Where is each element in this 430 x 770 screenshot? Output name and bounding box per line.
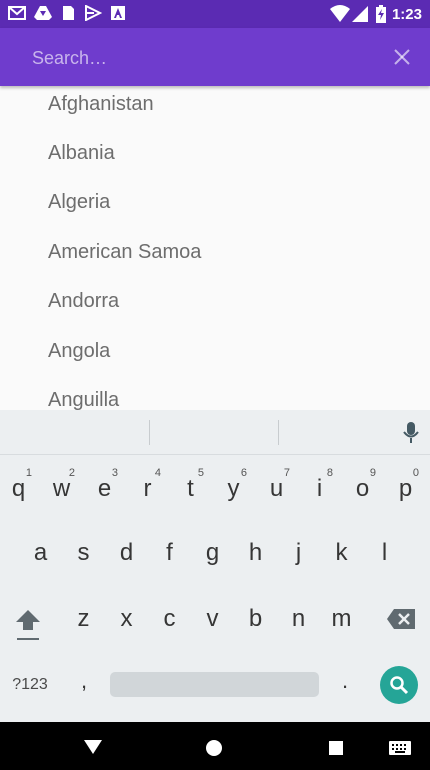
key-hint: 6 <box>240 467 247 479</box>
shift-icon[interactable] <box>14 608 42 642</box>
key-j[interactable]: j <box>277 528 320 578</box>
list-item-algeria[interactable]: Algeria <box>48 187 110 217</box>
key-hint: 1 <box>25 467 32 479</box>
key-z[interactable]: z <box>62 594 105 644</box>
key-d[interactable]: d <box>105 528 148 578</box>
key-m[interactable]: m <box>320 594 363 644</box>
status-time: 1:23 <box>391 6 422 23</box>
recents-icon[interactable] <box>328 740 344 756</box>
key-q[interactable]: 1 q <box>0 464 40 514</box>
backspace-icon[interactable] <box>386 608 416 630</box>
search-input[interactable] <box>30 42 364 74</box>
wifi-icon <box>330 5 350 22</box>
key-g[interactable]: g <box>191 528 234 578</box>
key-label: q <box>11 475 26 502</box>
close-icon[interactable] <box>390 45 414 69</box>
key-f[interactable]: f <box>148 528 191 578</box>
key-hint: 8 <box>326 467 333 479</box>
battery-icon <box>376 5 386 23</box>
comma-key[interactable]: , <box>69 668 99 704</box>
microphone-icon[interactable] <box>402 421 420 445</box>
key-hint: 3 <box>111 467 118 479</box>
key-x[interactable]: x <box>105 594 148 644</box>
key-hint: 0 <box>412 467 419 479</box>
key-n[interactable]: n <box>277 594 320 644</box>
key-c[interactable]: c <box>148 594 191 644</box>
key-label: p <box>398 475 413 502</box>
search-toolbar <box>0 28 430 86</box>
search-key[interactable] <box>380 666 418 704</box>
list-item-afghanistan[interactable]: Afghanistan <box>48 89 154 119</box>
key-label: r <box>143 475 152 502</box>
keyboard: 1 q 2 w 3 e 4 r 5 t 6 y 7 u 8 i 9 o 0 p … <box>0 410 430 722</box>
period-key[interactable]: . <box>330 668 360 704</box>
navigation-bar <box>0 722 430 770</box>
key-o[interactable]: 9 o <box>341 464 384 514</box>
a-icon <box>111 6 125 20</box>
back-icon[interactable] <box>83 739 103 755</box>
space-bar[interactable] <box>110 672 319 697</box>
play-icon <box>85 5 102 21</box>
key-p[interactable]: 0 p <box>384 464 427 514</box>
key-l[interactable]: l <box>363 528 406 578</box>
country-list: Afghanistan Albania Algeria American Sam… <box>0 86 430 410</box>
list-item-andorra[interactable]: Andorra <box>48 286 119 316</box>
key-label: u <box>269 475 284 502</box>
search-icon <box>390 676 409 695</box>
key-hint: 2 <box>68 467 75 479</box>
key-label: w <box>52 475 71 502</box>
key-t[interactable]: 5 t <box>169 464 212 514</box>
file-icon <box>63 6 74 20</box>
suggestion-strip <box>0 410 430 455</box>
key-i[interactable]: 8 i <box>298 464 341 514</box>
key-v[interactable]: v <box>191 594 234 644</box>
key-b[interactable]: b <box>234 594 277 644</box>
gmail-icon <box>8 6 26 20</box>
key-k[interactable]: k <box>320 528 363 578</box>
list-item-american-samoa[interactable]: American Samoa <box>48 237 201 267</box>
key-r[interactable]: 4 r <box>126 464 169 514</box>
suggestion-divider <box>278 420 279 445</box>
keyboard-icon[interactable] <box>388 740 412 756</box>
key-e[interactable]: 3 e <box>83 464 126 514</box>
key-hint: 7 <box>283 467 290 479</box>
status-bar: 1:23 <box>0 0 430 28</box>
key-label: t <box>187 475 194 502</box>
key-hint: 4 <box>154 467 161 479</box>
key-hint: 9 <box>369 467 376 479</box>
symbols-key[interactable]: ?123 <box>6 672 54 698</box>
key-label: y <box>227 475 240 502</box>
list-item-albania[interactable]: Albania <box>48 138 115 168</box>
key-h[interactable]: h <box>234 528 277 578</box>
key-w[interactable]: 2 w <box>40 464 83 514</box>
list-item-anguilla[interactable]: Anguilla <box>48 385 119 410</box>
key-label: i <box>316 475 323 502</box>
key-label: o <box>355 475 370 502</box>
key-hint: 5 <box>197 467 204 479</box>
suggestion-divider <box>149 420 150 445</box>
key-a[interactable]: a <box>19 528 62 578</box>
key-y[interactable]: 6 y <box>212 464 255 514</box>
drive-icon <box>34 6 52 20</box>
key-s[interactable]: s <box>62 528 105 578</box>
list-item-angola[interactable]: Angola <box>48 336 110 366</box>
key-label: e <box>97 475 112 502</box>
key-u[interactable]: 7 u <box>255 464 298 514</box>
signal-icon <box>352 6 368 22</box>
home-icon[interactable] <box>205 739 223 757</box>
